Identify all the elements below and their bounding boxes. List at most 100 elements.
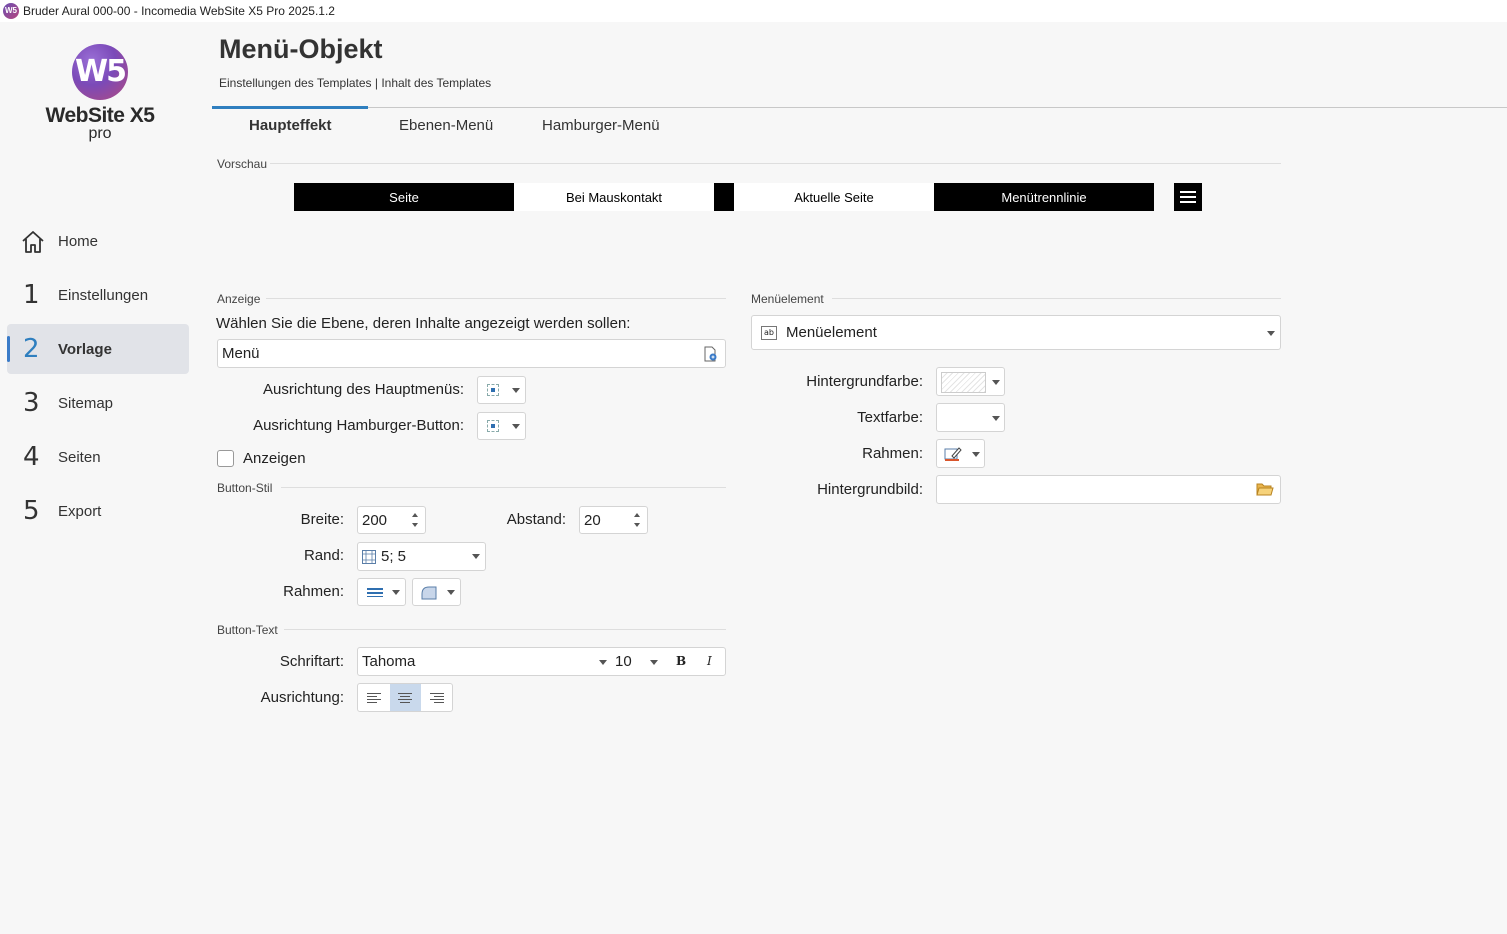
width-stepper[interactable]: 200: [357, 506, 426, 534]
hamburger-align-dropdown[interactable]: [477, 412, 526, 440]
step-number: 5: [23, 496, 40, 526]
bg-image-label: Hintergrundbild:: [817, 481, 923, 498]
main-align-dropdown[interactable]: [477, 376, 526, 404]
corner-radius-dropdown[interactable]: [412, 578, 461, 606]
level-select-field[interactable]: Menü: [217, 339, 726, 368]
sidebar-item-label: Export: [58, 503, 102, 520]
step-number: 1: [23, 280, 40, 310]
window-title: Bruder Aural 000-00 - Incomedia WebSite …: [23, 4, 335, 18]
sidebar-item-einstellungen[interactable]: 1 Einstellungen: [7, 270, 189, 320]
sidebar-item-vorlage[interactable]: 2 Vorlage: [7, 324, 189, 374]
level-prompt: Wählen Sie die Ebene, deren Inhalte ange…: [216, 315, 631, 332]
section-label-button-text: Button-Text: [217, 623, 278, 637]
align-center-icon: [487, 420, 499, 432]
width-label: Breite:: [300, 511, 344, 528]
white-swatch: [941, 408, 984, 427]
spacing-value: 20: [584, 512, 601, 529]
chevron-down-icon: [392, 590, 400, 595]
menu-border-label: Rahmen:: [862, 445, 923, 462]
spin-down-icon[interactable]: [412, 523, 418, 527]
show-checkbox[interactable]: [217, 450, 234, 467]
menu-element-value: Menüelement: [786, 324, 877, 341]
main-align-label: Ausrichtung des Hauptmenüs:: [263, 381, 464, 398]
margin-grid-icon: [362, 550, 376, 564]
bg-image-field[interactable]: [936, 475, 1281, 504]
websitex5-logo-icon: W5: [72, 44, 128, 100]
section-divider: [270, 163, 1281, 164]
preview-item-mauskontakt: Bei Mauskontakt: [514, 183, 714, 211]
step-number: 4: [23, 442, 40, 472]
align-right-icon[interactable]: [422, 684, 453, 711]
sidebar-item-label: Home: [58, 233, 99, 250]
chevron-down-icon: [512, 424, 520, 429]
align-left-icon[interactable]: [358, 684, 389, 711]
margin-dropdown[interactable]: 5; 5: [357, 542, 486, 571]
show-checkbox-label[interactable]: Anzeigen: [243, 450, 306, 467]
chevron-down-icon: [512, 388, 520, 393]
step-number: 2: [23, 334, 40, 364]
section-label-vorschau: Vorschau: [217, 157, 268, 171]
app-icon: W5: [3, 3, 19, 19]
level-picker-icon[interactable]: [702, 346, 718, 362]
chevron-down-icon: [447, 590, 455, 595]
chevron-down-icon: [972, 452, 980, 457]
text-align-group: [357, 683, 453, 712]
tab-ebenen-menue[interactable]: Ebenen-Menü: [399, 117, 493, 134]
level-value: Menü: [222, 345, 260, 362]
bold-button[interactable]: B: [676, 654, 686, 668]
tab-hamburger-menue[interactable]: Hamburger-Menü: [542, 117, 660, 134]
section-label-menuelement: Menüelement: [751, 292, 824, 306]
transparent-swatch: [941, 372, 986, 393]
section-divider: [832, 298, 1281, 299]
font-family-value[interactable]: Tahoma: [362, 653, 415, 670]
chevron-down-icon[interactable]: [650, 660, 658, 665]
align-center-button[interactable]: [390, 684, 421, 711]
spacing-label: Abstand:: [506, 511, 566, 528]
menu-border-dropdown[interactable]: [936, 439, 985, 468]
text-color-picker[interactable]: [936, 403, 1005, 432]
spin-down-icon[interactable]: [634, 523, 640, 527]
font-label: Schriftart:: [279, 653, 344, 670]
italic-button[interactable]: I: [707, 654, 712, 668]
chevron-down-icon: [1267, 331, 1275, 336]
sidebar-item-label: Einstellungen: [58, 287, 149, 304]
border-edit-icon: [944, 447, 962, 461]
font-size-value[interactable]: 10: [615, 653, 632, 670]
section-label-anzeige: Anzeige: [217, 292, 261, 306]
tab-haupteffekt[interactable]: Haupteffekt: [249, 117, 332, 134]
logo-edition: pro: [88, 125, 112, 142]
section-label-button-stil: Button-Stil: [217, 481, 273, 495]
font-toolbar: Tahoma 10 B I: [357, 647, 726, 676]
text-style-icon: ab: [761, 326, 777, 340]
section-divider: [281, 487, 726, 488]
preview-item-aktuelle-seite: Aktuelle Seite: [734, 183, 934, 211]
preview-separator: [714, 183, 734, 211]
sidebar-item-home[interactable]: Home: [7, 216, 189, 266]
bg-color-picker[interactable]: [936, 367, 1005, 396]
chevron-down-icon: [472, 554, 480, 559]
header-divider: [212, 107, 1507, 108]
margin-label: Rand:: [303, 547, 344, 564]
width-value: 200: [362, 512, 388, 529]
border-label: Rahmen:: [283, 583, 344, 600]
home-icon: [22, 231, 44, 253]
section-divider: [266, 298, 726, 299]
corner-radius-icon: [421, 586, 437, 600]
sidebar-item-label: Seiten: [58, 449, 101, 466]
chevron-down-icon[interactable]: [599, 660, 607, 665]
folder-open-icon[interactable]: [1256, 482, 1274, 497]
sidebar-item-seiten[interactable]: 4 Seiten: [7, 432, 189, 482]
preview-item-seite: Seite: [294, 183, 514, 211]
spin-up-icon[interactable]: [412, 513, 418, 517]
align-center-icon: [487, 384, 499, 396]
sidebar-item-sitemap[interactable]: 3 Sitemap: [7, 378, 189, 428]
spin-up-icon[interactable]: [634, 513, 640, 517]
menu-element-select[interactable]: ab Menüelement: [751, 315, 1281, 350]
breadcrumb[interactable]: Einstellungen des Templates | Inhalt des…: [219, 76, 491, 90]
sidebar-item-export[interactable]: 5 Export: [7, 486, 189, 536]
border-style-dropdown[interactable]: [357, 578, 406, 606]
sidebar-item-label: Vorlage: [58, 341, 112, 358]
hamburger-preview-icon: [1174, 183, 1202, 211]
chevron-down-icon: [992, 380, 1000, 385]
spacing-stepper[interactable]: 20: [579, 506, 648, 534]
